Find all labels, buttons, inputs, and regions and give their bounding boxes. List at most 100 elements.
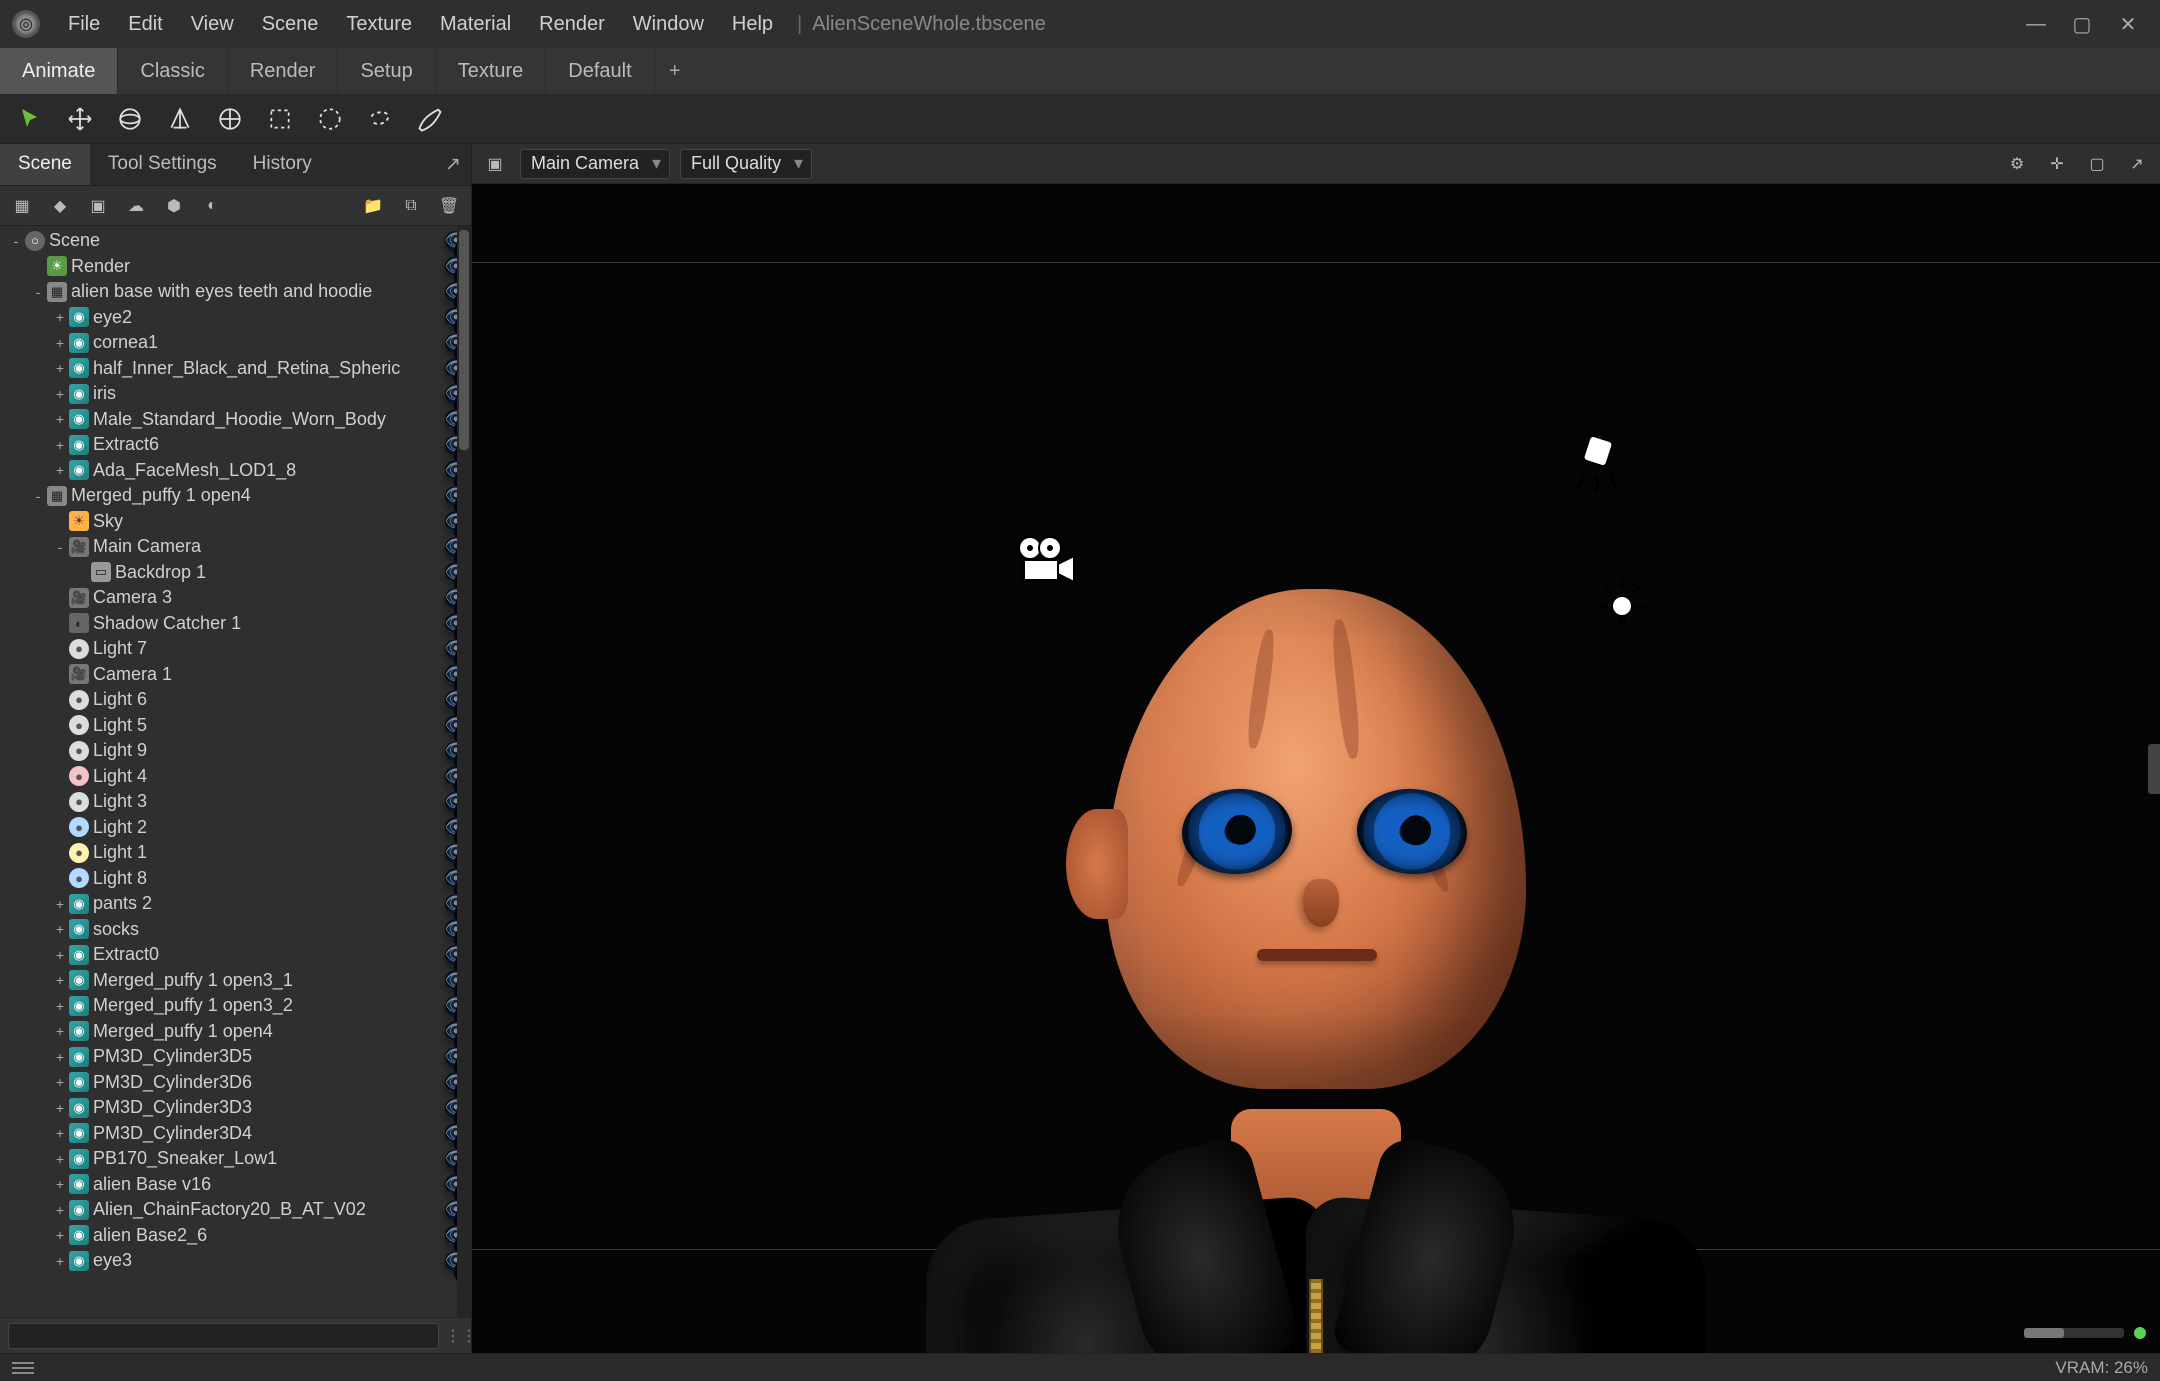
tree-row[interactable]: 🎥Camera 3🔒👁 <box>0 585 471 611</box>
tree-expand-toggle[interactable]: + <box>52 360 68 376</box>
tree-row[interactable]: +◉Alien_ChainFactory20_B_AT_V02🔒👁 <box>0 1197 471 1223</box>
add-object-button[interactable]: ▦ <box>6 190 38 222</box>
tree-row[interactable]: +◉PB170_Sneaker_Low1🔒👁 <box>0 1146 471 1172</box>
viewport-camera-icon[interactable]: ▣ <box>480 149 510 179</box>
tree-scrollbar[interactable] <box>457 226 471 1317</box>
tree-expand-toggle[interactable]: - <box>52 539 68 555</box>
panel-popout-button[interactable]: ↗ <box>435 144 471 185</box>
tree-row[interactable]: -▦alien base with eyes teeth and hoodie🔒… <box>0 279 471 305</box>
viewport-settings-button[interactable]: ⚙ <box>2002 149 2032 179</box>
tree-expand-toggle[interactable]: + <box>52 1227 68 1243</box>
pointlight-gizmo-icon[interactable] <box>1592 572 1652 632</box>
add-light-button[interactable]: ◆ <box>44 190 76 222</box>
select-tool[interactable] <box>8 99 52 139</box>
tree-row[interactable]: ●Light 7🔒👁 <box>0 636 471 662</box>
tree-expand-toggle[interactable]: + <box>52 998 68 1014</box>
universal-tool[interactable] <box>208 99 252 139</box>
lasso-select-tool[interactable] <box>358 99 402 139</box>
menu-window[interactable]: Window <box>619 13 718 36</box>
add-fog-button[interactable]: ◐ <box>196 190 228 222</box>
tree-row[interactable]: ●Light 6🔒👁 <box>0 687 471 713</box>
open-folder-button[interactable]: 📁 <box>357 190 389 222</box>
rect-select-tool[interactable] <box>258 99 302 139</box>
tree-row[interactable]: ●Light 3🔒👁 <box>0 789 471 815</box>
workspace-tab-render[interactable]: Render <box>228 48 339 94</box>
tree-expand-toggle[interactable]: + <box>52 947 68 963</box>
panel-tab-scene[interactable]: Scene <box>0 144 90 185</box>
tree-expand-toggle[interactable]: - <box>30 284 46 300</box>
panel-tab-history[interactable]: History <box>235 144 330 185</box>
tree-row[interactable]: +◉cornea1🔒👁 <box>0 330 471 356</box>
camera-gizmo-icon[interactable] <box>1012 534 1082 584</box>
workspace-tab-setup[interactable]: Setup <box>338 48 435 94</box>
add-group-button[interactable]: ⬢ <box>158 190 190 222</box>
menu-texture[interactable]: Texture <box>332 13 426 36</box>
paint-select-tool[interactable] <box>408 99 452 139</box>
tree-row[interactable]: ●Light 8🔒👁 <box>0 866 471 892</box>
tree-row[interactable]: +◉half_Inner_Black_and_Retina_Spheric🔒👁 <box>0 356 471 382</box>
rotate-tool[interactable] <box>108 99 152 139</box>
tree-row[interactable]: +◉Male_Standard_Hoodie_Worn_Body🔒👁 <box>0 407 471 433</box>
tree-expand-toggle[interactable]: + <box>52 1253 68 1269</box>
tree-expand-toggle[interactable]: + <box>52 462 68 478</box>
tree-row[interactable]: +◉PM3D_Cylinder3D3🔒👁 <box>0 1095 471 1121</box>
move-tool[interactable] <box>58 99 102 139</box>
tree-row[interactable]: -○Scene🔒👁 <box>0 228 471 254</box>
tree-row[interactable]: +◉iris🔒👁 <box>0 381 471 407</box>
tree-row[interactable]: +◉pants 2🔒👁 <box>0 891 471 917</box>
add-camera-button[interactable]: ▣ <box>82 190 114 222</box>
tree-row[interactable]: +◉Ada_FaceMesh_LOD1_8🔒👁 <box>0 458 471 484</box>
add-sky-button[interactable]: ☁ <box>120 190 152 222</box>
menu-scene[interactable]: Scene <box>248 13 333 36</box>
add-workspace-tab[interactable]: + <box>655 48 695 94</box>
workspace-tab-animate[interactable]: Animate <box>0 48 118 94</box>
tree-expand-toggle[interactable]: + <box>52 1125 68 1141</box>
tree-row[interactable]: +◉PM3D_Cylinder3D5🔒👁 <box>0 1044 471 1070</box>
tree-row[interactable]: +◉PM3D_Cylinder3D6🔒👁 <box>0 1070 471 1096</box>
tree-row[interactable]: ●Light 9🔒👁 <box>0 738 471 764</box>
tree-row[interactable]: +◉Merged_puffy 1 open3_1🔒👁 <box>0 968 471 994</box>
viewport-maximize-button[interactable]: ▢ <box>2082 149 2112 179</box>
quality-select[interactable]: Full Quality <box>680 149 812 179</box>
tree-row[interactable]: -🎥Main Camera🔒👁 <box>0 534 471 560</box>
tree-row[interactable]: +◉alien Base2_6🔒👁 <box>0 1223 471 1249</box>
tree-expand-toggle[interactable]: + <box>52 1100 68 1116</box>
tree-expand-toggle[interactable]: + <box>52 1074 68 1090</box>
tree-row[interactable]: +◉Extract0🔒👁 <box>0 942 471 968</box>
panel-tab-tool-settings[interactable]: Tool Settings <box>90 144 235 185</box>
menu-material[interactable]: Material <box>426 13 525 36</box>
statusbar-menu-button[interactable] <box>12 1362 34 1374</box>
scene-tree[interactable]: -○Scene🔒👁☀Render🔒👁-▦alien base with eyes… <box>0 226 471 1317</box>
tree-row[interactable]: ●Light 4🔒👁 <box>0 764 471 790</box>
tree-row[interactable]: +◉PM3D_Cylinder3D4🔒👁 <box>0 1121 471 1147</box>
viewport-center-button[interactable]: ✛ <box>2042 149 2072 179</box>
tree-expand-toggle[interactable]: + <box>52 1176 68 1192</box>
tree-expand-toggle[interactable]: + <box>52 921 68 937</box>
spotlight-gizmo-icon[interactable] <box>1572 434 1622 494</box>
viewport-popout-button[interactable]: ↗ <box>2122 149 2152 179</box>
tree-expand-toggle[interactable]: + <box>52 309 68 325</box>
tree-row[interactable]: +◉Extract6🔒👁 <box>0 432 471 458</box>
close-button[interactable]: ✕ <box>2108 9 2148 39</box>
tree-expand-toggle[interactable]: + <box>52 437 68 453</box>
menu-help[interactable]: Help <box>718 13 787 36</box>
scale-tool[interactable] <box>158 99 202 139</box>
menu-render[interactable]: Render <box>525 13 619 36</box>
duplicate-button[interactable]: ⧉ <box>395 190 427 222</box>
tree-row[interactable]: +◉Merged_puffy 1 open4🔒👁 <box>0 1019 471 1045</box>
menu-file[interactable]: File <box>54 13 114 36</box>
tree-row[interactable]: +◉alien Base v16🔒👁 <box>0 1172 471 1198</box>
tree-expand-toggle[interactable]: + <box>52 1023 68 1039</box>
tree-expand-toggle[interactable]: + <box>52 386 68 402</box>
tree-row[interactable]: +◉eye2🔒👁 <box>0 305 471 331</box>
tree-expand-toggle[interactable]: + <box>52 411 68 427</box>
camera-select[interactable]: Main Camera <box>520 149 670 179</box>
tree-row[interactable]: +◉Merged_puffy 1 open3_2🔒👁 <box>0 993 471 1019</box>
tree-row[interactable]: ●Light 1🔒👁 <box>0 840 471 866</box>
tree-row[interactable]: +◉eye3🔒👁 <box>0 1248 471 1274</box>
workspace-tab-default[interactable]: Default <box>546 48 654 94</box>
tree-row[interactable]: ☀Render🔒👁 <box>0 254 471 280</box>
tree-row[interactable]: ●Light 5🔒👁 <box>0 713 471 739</box>
tree-row[interactable]: ☀Sky🔒👁 <box>0 509 471 535</box>
delete-button[interactable]: 🗑 <box>433 190 465 222</box>
